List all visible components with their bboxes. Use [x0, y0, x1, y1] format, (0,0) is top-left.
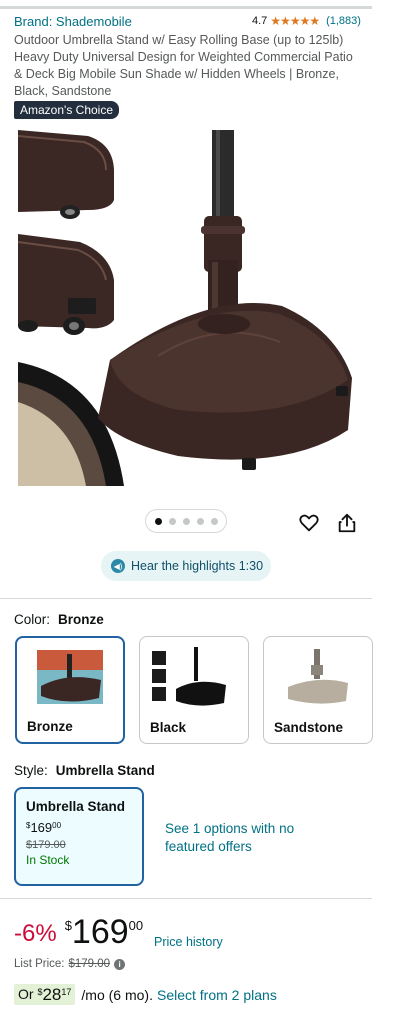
- style-selected-value: Umbrella Stand: [55, 763, 155, 778]
- style-label: Style:: [14, 763, 48, 778]
- color-selected-value: Bronze: [58, 612, 104, 627]
- brand-link[interactable]: Brand: Shademobile: [14, 14, 132, 29]
- price-history-link[interactable]: Price history: [154, 935, 223, 949]
- style-option-price: $16900: [26, 820, 132, 835]
- price-fraction: 00: [52, 821, 62, 830]
- stock-status: In Stock: [26, 853, 70, 867]
- umbrella-pole: [212, 130, 234, 226]
- sandstone-thumbnail: [288, 649, 348, 704]
- see-options-link[interactable]: See 1 options with no featured offers: [165, 820, 305, 856]
- section-divider: [0, 598, 372, 599]
- rating-score: 4.7: [252, 15, 268, 27]
- product-image[interactable]: [18, 130, 354, 486]
- carousel-dot-3[interactable]: [182, 517, 190, 525]
- style-option-umbrella-stand[interactable]: Umbrella Stand $16900 $179.00 In Stock: [14, 787, 144, 886]
- inset-wheel-closeup-1: [18, 130, 114, 219]
- color-option-label: Sandstone: [274, 720, 344, 735]
- monthly-payment-chip: Or $28 17: [14, 984, 76, 1005]
- list-price-value: $179.00: [68, 958, 111, 970]
- price-whole: 169: [71, 913, 129, 951]
- star-rating-icon: ★★★★★: [270, 14, 320, 28]
- list-price-label: List Price:: [14, 958, 65, 970]
- price-block: -6% $ 169 00: [14, 914, 143, 950]
- highlights-label: Hear the highlights 1:30: [131, 559, 264, 573]
- plan-prefix: Or: [18, 986, 34, 1002]
- payment-plan-row: Or $28 17 /mo (6 mo). Select from 2 plans: [14, 984, 277, 1005]
- carousel-dot-5[interactable]: [210, 517, 218, 525]
- product-title: Outdoor Umbrella Stand w/ Easy Rolling B…: [14, 33, 353, 98]
- top-divider: [0, 6, 372, 9]
- plan-price-symbol: $: [37, 987, 43, 997]
- plan-term: /mo (6 mo).: [81, 986, 153, 1003]
- inset-wheel-closeup-2: [18, 234, 114, 335]
- rating-count-link[interactable]: (1,883): [326, 15, 361, 27]
- color-option-sandstone[interactable]: Sandstone: [263, 636, 373, 744]
- speaker-icon: ◀): [111, 559, 125, 573]
- current-price: $ 169 00: [65, 914, 143, 950]
- style-selector-label: Style: Umbrella Stand: [14, 763, 155, 778]
- price-whole: 169: [30, 820, 53, 835]
- share-icon[interactable]: [336, 512, 358, 534]
- style-option-list-price: $179.00: [26, 839, 66, 851]
- section-divider: [0, 898, 372, 899]
- info-icon[interactable]: i: [114, 958, 126, 970]
- black-thumbnail: [152, 647, 226, 706]
- rating-summary[interactable]: 4.7 ★★★★★ (1,883): [252, 14, 361, 28]
- color-label: Color:: [14, 612, 51, 627]
- carousel-dot-1[interactable]: [154, 517, 162, 525]
- carousel-dot-2[interactable]: [168, 517, 176, 525]
- price-symbol: $: [64, 918, 72, 933]
- color-option-label: Bronze: [27, 719, 73, 734]
- color-option-black[interactable]: Black: [139, 636, 249, 744]
- amazons-choice-badge[interactable]: Amazon's Choice: [14, 101, 119, 119]
- carousel-dot-4[interactable]: [196, 517, 204, 525]
- price-fraction: 00: [128, 918, 144, 933]
- image-carousel-indicator[interactable]: [145, 509, 227, 533]
- color-selector-label: Color: Bronze: [14, 612, 104, 627]
- color-option-bronze[interactable]: Bronze: [15, 636, 125, 744]
- style-option-name: Umbrella Stand: [26, 799, 126, 814]
- plan-price-whole: 28: [42, 985, 62, 1004]
- plan-price-fraction: 17: [61, 987, 72, 997]
- color-option-label: Black: [150, 720, 187, 735]
- price-symbol: $: [26, 821, 31, 830]
- bronze-thumbnail: [37, 650, 103, 704]
- discount-percent: -6%: [14, 920, 57, 947]
- hear-highlights-button[interactable]: ◀) Hear the highlights 1:30: [101, 551, 271, 581]
- select-plans-link[interactable]: Select from 2 plans: [157, 987, 277, 1003]
- heart-icon[interactable]: [298, 512, 320, 534]
- list-price-row: List Price: $179.00 i: [14, 958, 126, 970]
